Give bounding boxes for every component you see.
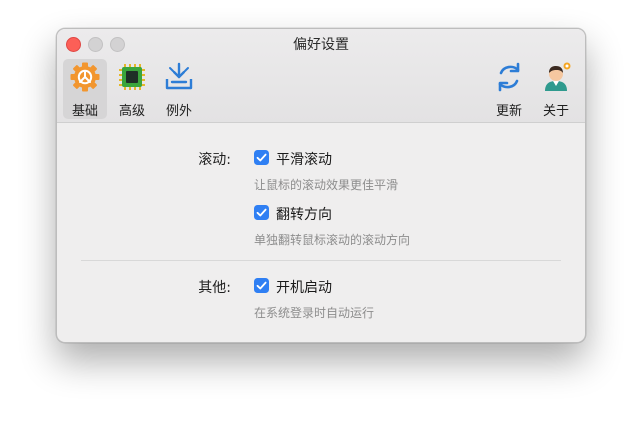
scroll-section-label: 滚动:	[198, 152, 231, 168]
smooth-scroll-checkbox[interactable]	[254, 150, 269, 165]
checkmark-icon	[256, 281, 267, 290]
section-divider	[81, 260, 561, 261]
checkmark-icon	[256, 208, 267, 217]
person-icon	[545, 62, 571, 91]
chip-icon	[119, 64, 145, 90]
checkmark-icon	[256, 153, 267, 162]
launch-at-login-desc: 在系统登录时自动运行	[254, 306, 375, 320]
about-button-label: 关于	[542, 104, 569, 119]
gear-icon	[70, 62, 100, 92]
update-button-label: 更新	[495, 104, 522, 119]
smooth-scroll-label[interactable]: 平滑滚动	[276, 149, 332, 169]
tab-advanced[interactable]: 高级	[110, 59, 154, 119]
reverse-direction-label[interactable]: 翻转方向	[276, 204, 332, 224]
about-button[interactable]: 关于	[534, 59, 578, 119]
tab-basic-label: 基础	[71, 104, 98, 119]
reverse-direction-desc: 单独翻转鼠标滚动的滚动方向	[254, 233, 411, 247]
launch-at-login-label[interactable]: 开机启动	[276, 277, 332, 297]
window-title: 偏好设置	[293, 37, 349, 53]
toolbar: 偏好设置 基础 高级 例外 更新 关于	[57, 29, 585, 123]
smooth-scroll-desc: 让鼠标的滚动效果更佳平滑	[254, 178, 399, 192]
tab-exceptions-label: 例外	[165, 104, 192, 119]
update-button[interactable]: 更新	[487, 59, 531, 119]
reverse-direction-checkbox[interactable]	[254, 205, 269, 220]
tab-exceptions[interactable]: 例外	[157, 59, 201, 119]
other-section-label: 其他:	[198, 280, 231, 296]
preferences-window: 偏好设置 基础 高级 例外 更新 关于 滚动: 平滑滚动 让鼠标的滚动效果更佳平…	[56, 28, 586, 343]
tab-basic[interactable]: 基础	[63, 59, 107, 119]
launch-at-login-checkbox[interactable]	[254, 278, 269, 293]
tab-advanced-label: 高级	[118, 104, 145, 119]
download-tray-icon	[165, 62, 193, 90]
content-area: 滚动: 平滑滚动 让鼠标的滚动效果更佳平滑 翻转方向 单独翻转鼠标滚动的滚动方向…	[57, 123, 585, 342]
refresh-icon	[498, 62, 520, 92]
